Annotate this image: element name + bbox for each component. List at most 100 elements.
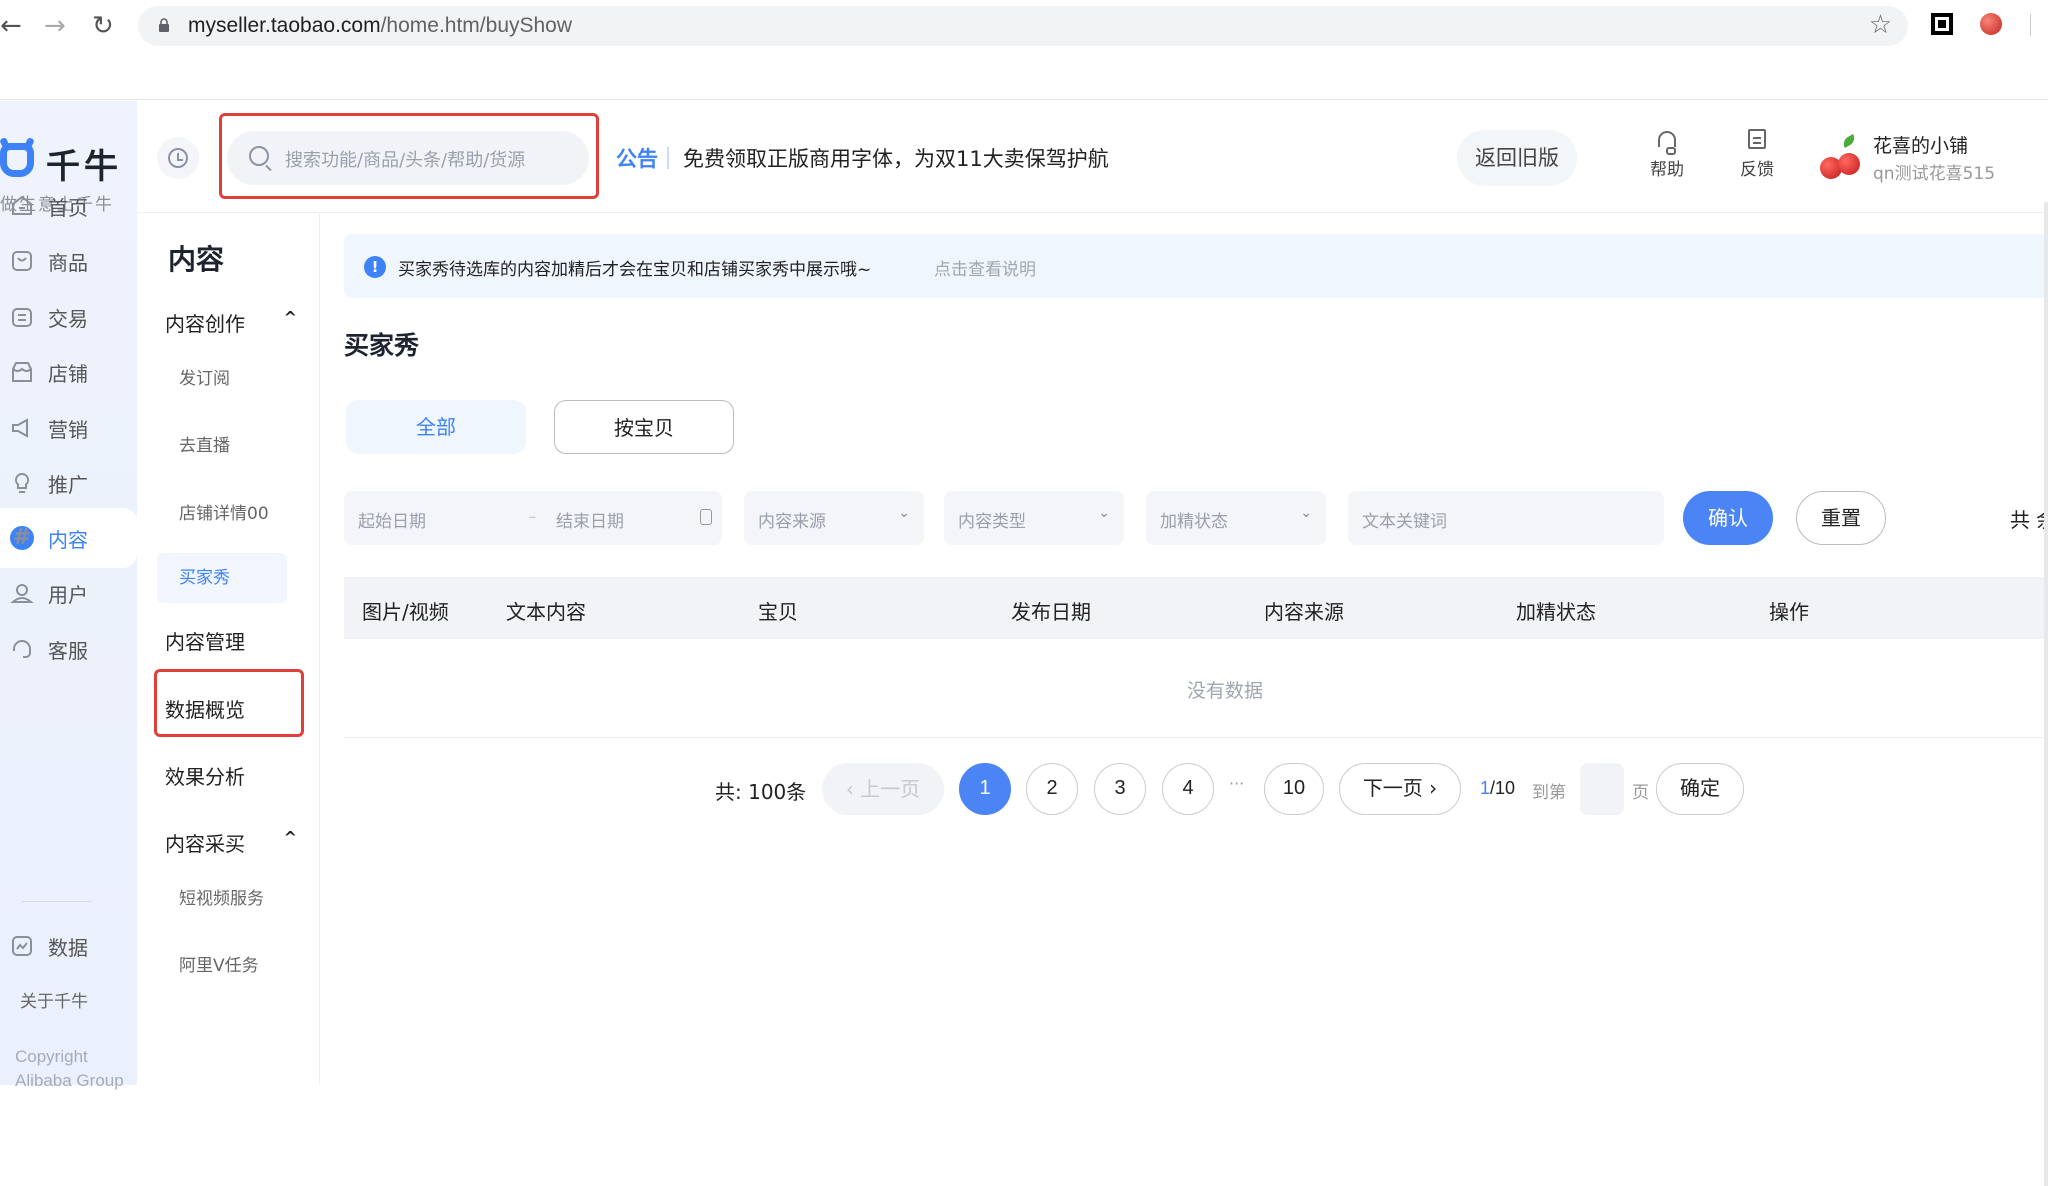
- store-account: qn测试花喜515: [1873, 164, 1996, 184]
- address-bar[interactable]: myseller.taobao.com/home.htm/buyShow ☆: [138, 6, 1908, 46]
- subnav-group-content-purchase[interactable]: 内容采买 ^: [165, 828, 305, 857]
- store-name[interactable]: 花喜的小铺: [1873, 131, 1968, 158]
- subnav-item-subscribe[interactable]: 发订阅: [179, 364, 230, 389]
- content-source-select[interactable]: 内容来源 ⌄: [744, 491, 924, 545]
- chevron-down-icon: ⌄: [898, 505, 910, 521]
- featured-status-select[interactable]: 加精状态 ⌄: [1146, 491, 1326, 545]
- about-link[interactable]: 关于千牛: [20, 987, 88, 1012]
- rail-item-data[interactable]: 数据: [0, 916, 137, 976]
- goto-confirm-button[interactable]: 确定: [1656, 763, 1744, 815]
- reset-button[interactable]: 重置: [1796, 491, 1886, 545]
- tab-by-item[interactable]: 按宝贝: [554, 400, 734, 454]
- date-range-picker[interactable]: 起始日期 – 结束日期: [344, 491, 722, 545]
- pagination-total: 共: 100条: [715, 780, 807, 804]
- page-button[interactable]: 4: [1162, 763, 1214, 815]
- bookmark-star-icon[interactable]: ☆: [1869, 10, 1892, 40]
- rail-label: 客服: [48, 638, 88, 663]
- rail-item-home[interactable]: 首页: [0, 176, 137, 236]
- select-value: 内容类型: [958, 512, 1026, 532]
- rail-label: 内容: [48, 527, 88, 552]
- next-page-button[interactable]: 下一页 ›: [1339, 763, 1461, 815]
- subnav-group-data-overview[interactable]: 数据概览: [165, 694, 305, 723]
- chevron-up-icon: ^: [283, 828, 297, 847]
- copyright-line: Alibaba Group: [15, 1071, 124, 1090]
- search-icon: [249, 146, 269, 166]
- column-header: 宝贝: [758, 600, 798, 624]
- product-icon: [12, 251, 32, 271]
- headset-icon: [1658, 131, 1676, 155]
- extension-icon[interactable]: [1931, 13, 1953, 35]
- main-content: ! 买家秀待选库的内容加精后才会在宝贝和店铺买家秀中展示哦~ 点击查看说明 买家…: [344, 214, 2048, 1085]
- page-button[interactable]: 2: [1026, 763, 1078, 815]
- page-unit-label: 页: [1632, 783, 1649, 803]
- rail-label: 数据: [48, 935, 88, 960]
- rail-item-marketing[interactable]: 营销: [0, 398, 137, 458]
- chevron-down-icon: ⌄: [1098, 505, 1110, 521]
- user-icon: [10, 584, 34, 603]
- chevron-up-icon: ^: [283, 308, 297, 327]
- subnav-item-buyer-show[interactable]: 买家秀: [157, 553, 287, 603]
- keyword-input[interactable]: 文本关键词: [1348, 491, 1664, 545]
- tab-all[interactable]: 全部: [346, 400, 526, 454]
- toolbar-divider: [2030, 14, 2031, 36]
- current-page: 1: [1480, 778, 1491, 798]
- page-button[interactable]: 10: [1264, 763, 1324, 815]
- bulb-icon: [14, 472, 30, 493]
- subnav-item-store-detail[interactable]: 店铺详情00: [179, 499, 269, 524]
- bookmarks-bar: 应用: [0, 52, 2048, 138]
- view-instructions-link[interactable]: 点击查看说明: [934, 255, 1036, 280]
- rail-label: 店铺: [48, 361, 88, 386]
- page-indicator: 1/10: [1480, 778, 1515, 799]
- store-avatar[interactable]: [1820, 134, 1864, 181]
- chart-icon: [12, 936, 32, 956]
- feedback-icon: [1748, 129, 1766, 149]
- subnav-group-content-management[interactable]: 内容管理: [165, 626, 305, 655]
- rail-label: 交易: [48, 306, 88, 331]
- subnav-group-content-creation[interactable]: 内容创作 ^: [165, 308, 305, 337]
- trade-icon: [12, 308, 32, 327]
- url-path: /home.htm/buyShow: [380, 14, 573, 37]
- return-old-version-button[interactable]: 返回旧版: [1457, 130, 1577, 186]
- window-edge: [2044, 202, 2048, 1186]
- rail-item-store[interactable]: 店铺: [0, 342, 137, 402]
- pagination-ellipsis: ···: [1229, 774, 1245, 793]
- feedback-button[interactable]: 反馈: [1727, 125, 1787, 180]
- forward-arrow-icon[interactable]: →: [44, 10, 66, 42]
- rail-item-product[interactable]: 商品: [0, 231, 137, 291]
- search-placeholder: 搜索功能/商品/头条/帮助/货源: [285, 150, 526, 171]
- alert-text: 买家秀待选库的内容加精后才会在宝贝和店铺买家秀中展示哦~: [398, 260, 872, 280]
- rail-item-content[interactable]: # 内容: [0, 508, 137, 568]
- subnav-item-ali-v-task[interactable]: 阿里V任务: [179, 951, 259, 976]
- end-date-placeholder: 结束日期: [556, 512, 624, 532]
- goto-label: 到第: [1532, 783, 1566, 803]
- help-button[interactable]: 帮助: [1637, 125, 1697, 180]
- page-button[interactable]: 1: [959, 763, 1011, 815]
- home-icon: [12, 195, 32, 215]
- url-text: myseller.taobao.com/home.htm/buyShow: [188, 14, 572, 38]
- subnav-item-short-video[interactable]: 短视频服务: [179, 884, 264, 909]
- back-arrow-icon[interactable]: ←: [0, 10, 22, 42]
- password-extension-icon[interactable]: [1980, 13, 2002, 35]
- lock-icon: [159, 18, 169, 32]
- confirm-button[interactable]: 确认: [1683, 491, 1773, 545]
- subnav-group-effect-analysis[interactable]: 效果分析: [165, 761, 305, 790]
- content-subnav: 内容 内容创作 ^ 发订阅 去直播 店铺详情00 买家秀 内容管理 数据概览 效…: [137, 214, 320, 1085]
- rail-item-promotion[interactable]: 推广: [0, 453, 137, 513]
- rail-item-user[interactable]: 用户: [0, 563, 137, 623]
- cow-logo-icon: [0, 143, 34, 177]
- rail-item-trade[interactable]: 交易: [0, 287, 137, 347]
- main-rail: 千牛 做生意上千牛 首页 商品 交易 店铺 营销 推广 # 内容 用户 客服 数…: [0, 101, 137, 1090]
- qianniu-app: 千牛 做生意上千牛 首页 商品 交易 店铺 营销 推广 # 内容 用户 客服 数…: [0, 101, 2048, 1186]
- select-value: 加精状态: [1160, 512, 1228, 532]
- history-button[interactable]: [157, 137, 199, 179]
- table-divider: [344, 737, 2048, 738]
- goto-page-input[interactable]: [1580, 763, 1624, 815]
- prev-page-button[interactable]: ‹ 上一页: [822, 763, 944, 815]
- page-button[interactable]: 3: [1094, 763, 1146, 815]
- reload-icon[interactable]: ↻: [92, 10, 114, 42]
- content-type-select[interactable]: 内容类型 ⌄: [944, 491, 1124, 545]
- rail-item-service[interactable]: 客服: [0, 619, 137, 679]
- notice-text[interactable]: 免费领取正版商用字体，为双11大卖保驾护航: [683, 143, 1109, 173]
- search-input[interactable]: 搜索功能/商品/头条/帮助/货源: [227, 131, 589, 185]
- subnav-item-live[interactable]: 去直播: [179, 431, 230, 456]
